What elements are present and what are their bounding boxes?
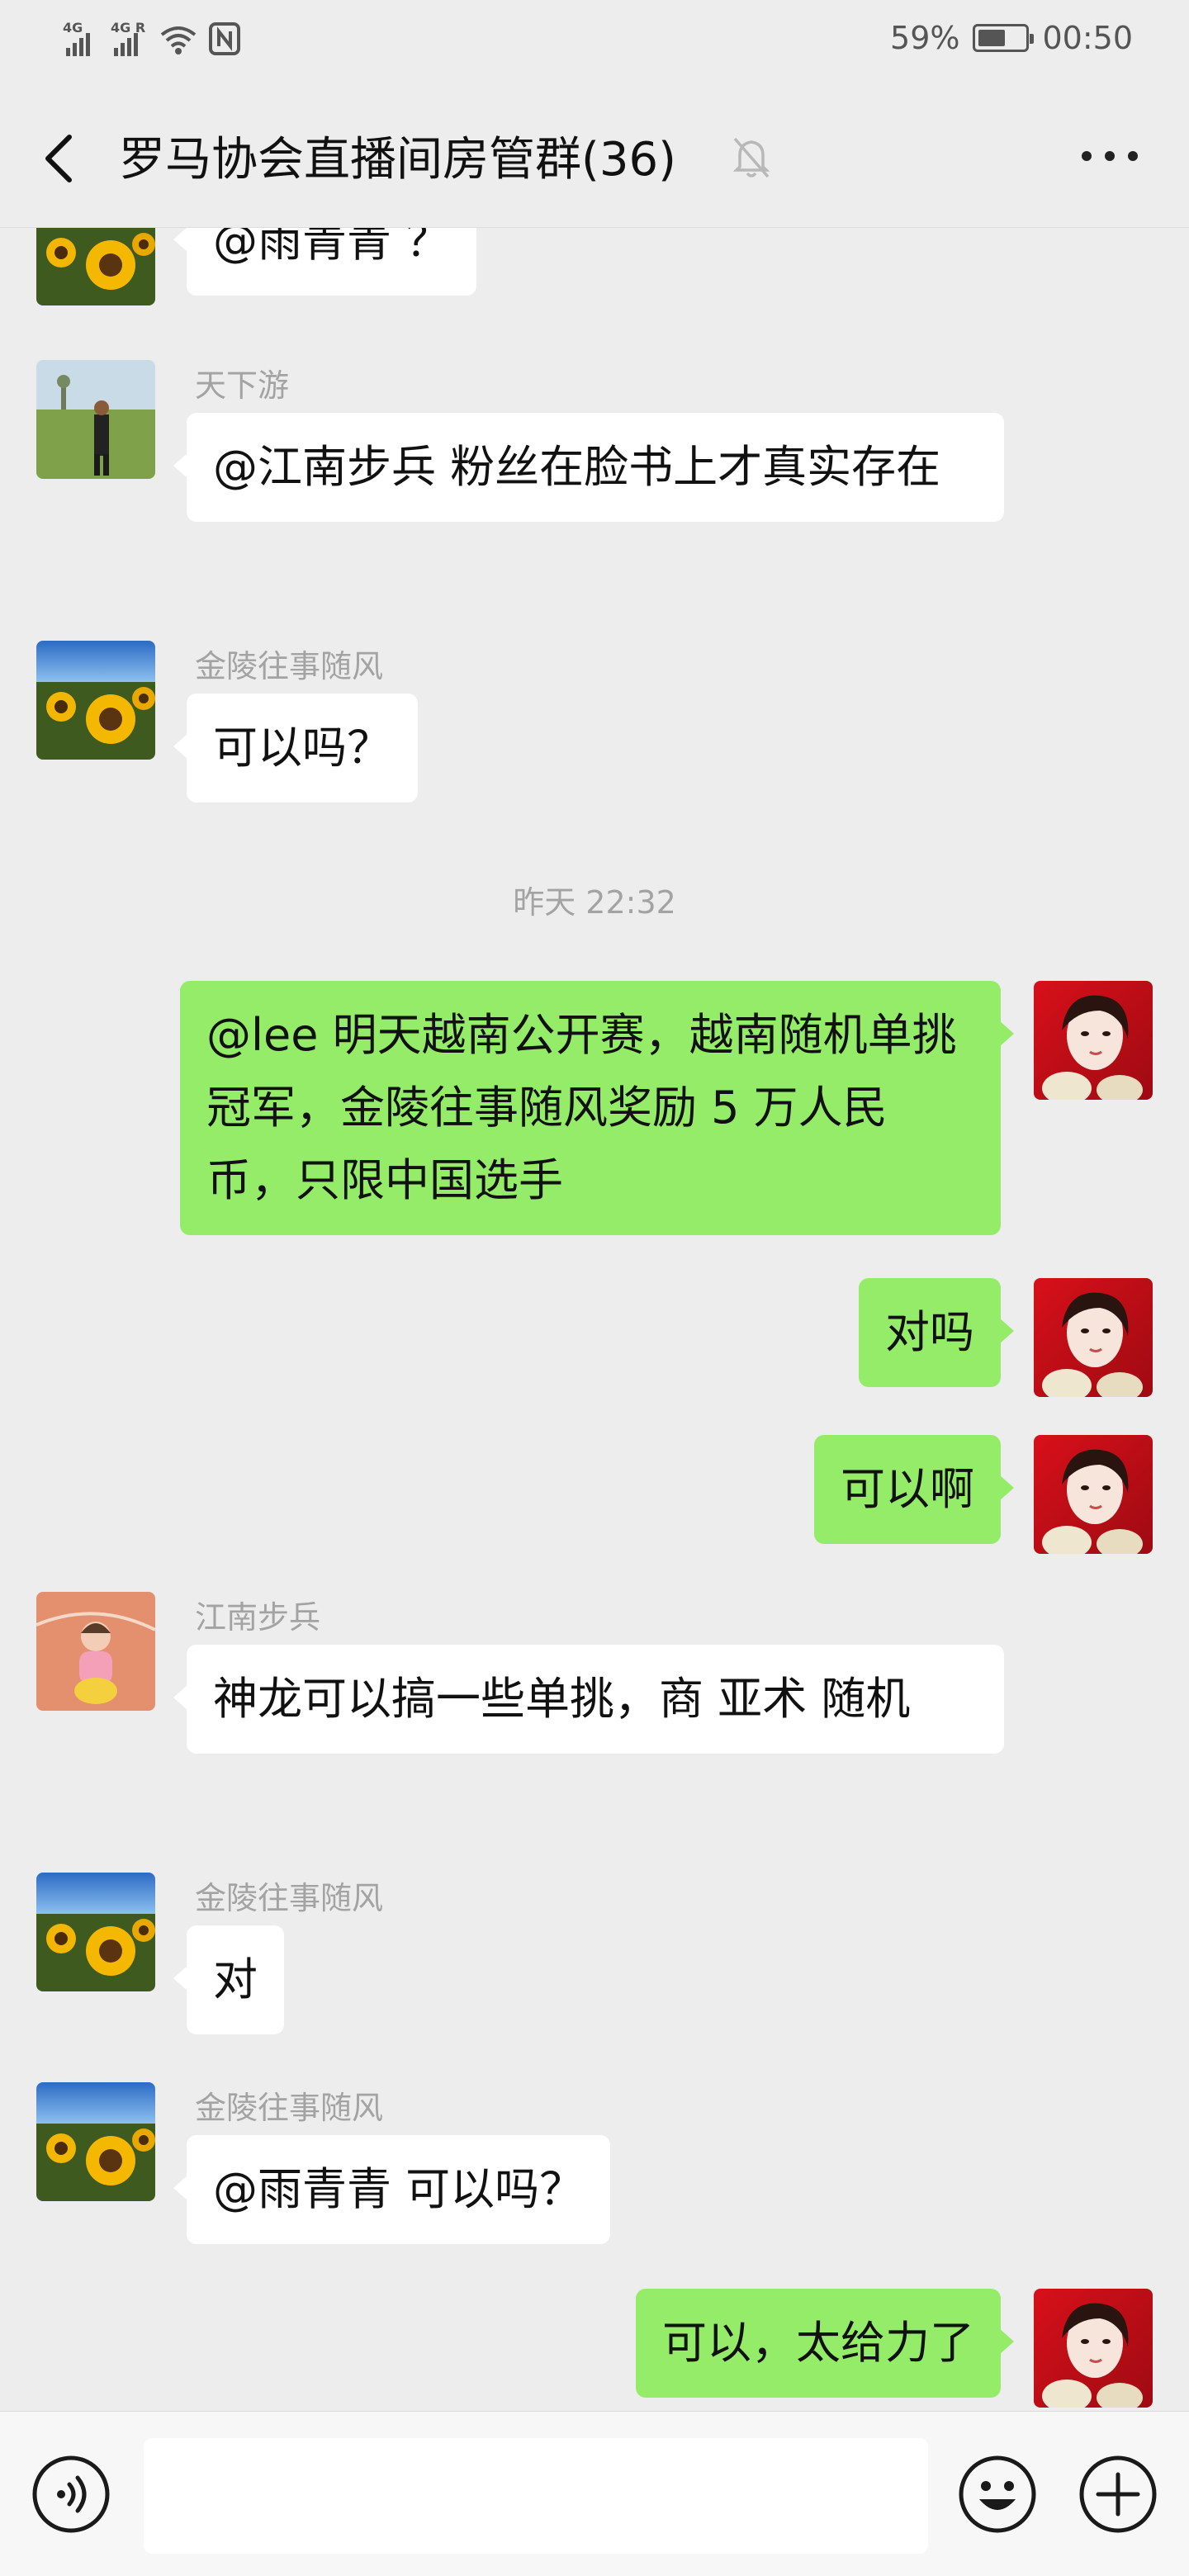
message-list[interactable]: @雨青青 ？ 天下游 @江南步兵 粉丝在脸书上才真实存在 金陵往事随风 可以吗？ [0,228,1189,2411]
status-bar: 4G 4G R 59% 00:50 [0,0,1189,83]
message-bubble-incoming[interactable]: 可以吗？ [173,694,418,803]
chat-title: 罗马协会直播间房管群(36) [119,133,676,187]
sunflower-avatar-image [36,228,155,305]
girl-avatar-image [36,1592,155,1711]
message-bubble-outgoing[interactable]: 可以，太给力了 [636,2289,1014,2398]
voice-icon[interactable] [31,2455,111,2534]
plus-icon[interactable] [1078,2455,1158,2534]
sender-name: 金陵往事随风 [195,1880,384,1916]
avatar-self[interactable] [1034,981,1153,1100]
self-avatar-image [1034,981,1153,1100]
chat-header: 罗马协会直播间房管群(36) [0,83,1189,228]
sender-name: 江南步兵 [195,1599,321,1636]
back-arrow-icon[interactable] [30,124,88,190]
message-bubble-incoming[interactable]: @雨青青 可以吗？ [173,2135,611,2244]
battery-percent: 59% [890,20,960,56]
signal-sim2-icon: 4G R [111,20,149,56]
avatar-sunflower[interactable] [36,641,155,760]
more-dots-icon[interactable] [1077,135,1143,177]
message-bubble-incoming[interactable]: @雨青青 ？ [173,228,477,296]
avatar-sunflower[interactable] [36,2082,155,2201]
sunflower-avatar-image [36,641,155,760]
sender-name: 金陵往事随风 [195,2090,384,2126]
message-bubble-outgoing[interactable]: 对吗 [859,1278,1014,1387]
battery-icon [973,24,1035,52]
self-avatar-image [1034,1435,1153,1554]
message-bubble-outgoing[interactable]: @lee 明天越南公开赛，越南随机单挑冠军，金陵往事随风奖励 5 万人民币，只限… [180,981,1014,1235]
message-input[interactable] [144,2438,928,2554]
nfc-icon [209,22,240,55]
message-bubble-outgoing[interactable]: 可以啊 [814,1435,1014,1544]
avatar-field-man[interactable] [36,360,155,479]
avatar-sunflower[interactable] [36,1873,155,1991]
sunflower-avatar-image [36,2082,155,2201]
avatar-girl[interactable] [36,1592,155,1711]
time-separator: 昨天 22:32 [513,884,676,921]
sunflower-avatar-image [36,1873,155,1991]
sender-name: 金陵往事随风 [195,648,384,684]
avatar-self[interactable] [1034,1435,1153,1554]
message-bubble-incoming[interactable]: 神龙可以搞一些单挑，商 亚术 随机 [173,1645,1004,1754]
signal-sim1-icon: 4G [63,20,101,56]
sender-name: 天下游 [195,367,290,404]
battery-fill [978,30,1006,46]
self-avatar-image [1034,1278,1153,1397]
muted-bell-icon [732,137,770,178]
avatar-self[interactable] [1034,2289,1153,2408]
field-man-avatar-image [36,360,155,479]
emoji-icon[interactable] [958,2455,1037,2534]
avatar-sunflower[interactable] [36,228,155,305]
input-bar [0,2411,1189,2576]
wifi-icon [160,26,197,54]
message-bubble-incoming[interactable]: @江南步兵 粉丝在脸书上才真实存在 [173,413,1004,522]
message-bubble-incoming[interactable]: 对 [173,1925,284,2034]
clock: 00:50 [1042,20,1133,56]
avatar-self[interactable] [1034,1278,1153,1397]
self-avatar-image [1034,2289,1153,2408]
